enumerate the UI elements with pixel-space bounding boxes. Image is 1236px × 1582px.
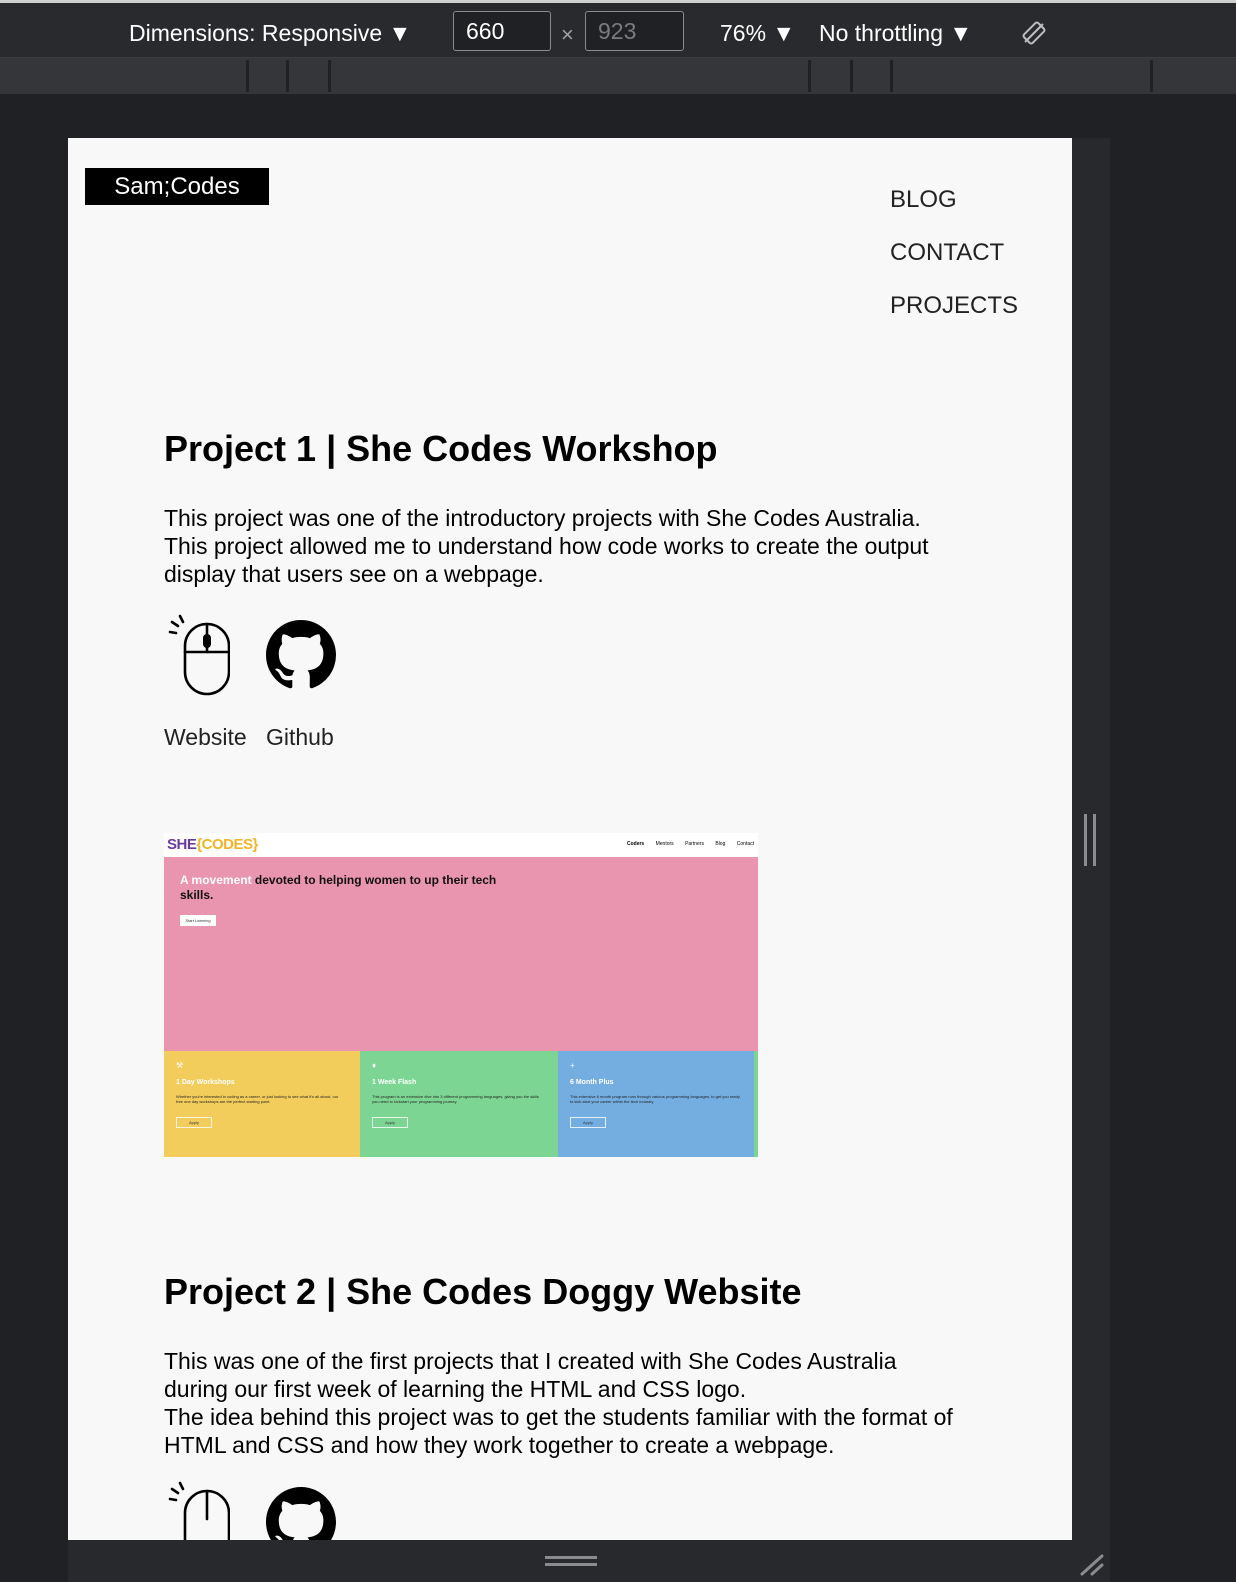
screenshot-hero: A movement devoted to helping women to u… [164, 857, 758, 1051]
project-title: Project 2 | She Codes Doggy Website [164, 1271, 802, 1312]
site-nav: BLOG CONTACT PROJECTS [890, 186, 1018, 345]
mouse-click-icon [168, 614, 230, 696]
site-logo[interactable]: Sam;Codes [85, 168, 269, 205]
media-query-segment[interactable] [850, 60, 890, 92]
media-query-segment[interactable] [246, 60, 286, 92]
screenshot-nav-item: Coders [626, 841, 645, 847]
screenshot-nav-item: Contact [736, 841, 754, 847]
card-body: This extensive 6 month program runs thro… [570, 1094, 740, 1104]
card-body: This program is an extensive dive into 3… [372, 1094, 539, 1104]
media-query-segment[interactable] [808, 60, 850, 92]
mouse-click-icon [168, 1481, 230, 1540]
project-links: Website Github [164, 614, 964, 759]
media-query-segment[interactable] [328, 60, 808, 92]
card-title: 6 Month Plus [570, 1079, 614, 1086]
screenshot-card-flash: ♦ 1 Week Flash This program is an extens… [360, 1051, 558, 1157]
media-query-segment[interactable] [286, 60, 328, 92]
nav-link-contact[interactable]: CONTACT [890, 239, 1018, 267]
dimensions-dropdown[interactable]: Dimensions: Responsive ▼ [129, 19, 411, 47]
screenshot-card-workshops: ⚒ 1 Day Workshops Whether you're interes… [164, 1051, 360, 1157]
card-body: Whether you're interested in coding as a… [176, 1094, 339, 1104]
screenshot-logo: SHE{CODES} [167, 836, 258, 853]
times-separator: × [561, 22, 574, 47]
bottom-resize-handle[interactable] [545, 1556, 597, 1566]
zoom-dropdown[interactable]: 76% ▼ [720, 19, 795, 47]
website-label: Website [164, 724, 247, 750]
card-apply: Apply [372, 1117, 408, 1128]
screenshot-nav-item: Partners [685, 841, 704, 847]
github-icon [266, 620, 336, 689]
project-links [164, 1481, 964, 1540]
github-icon [266, 1487, 336, 1540]
project-description: This project was one of the introductory… [164, 505, 929, 587]
github-label: Github [266, 724, 334, 750]
screenshot-nav-item: Blog [715, 841, 726, 847]
right-resize-handle[interactable] [1084, 814, 1096, 866]
card-apply: Apply [570, 1117, 606, 1128]
device-toolbar: Dimensions: Responsive ▼ 660 × 923 76% ▼… [0, 0, 1236, 58]
media-query-segment[interactable] [1150, 60, 1236, 92]
media-query-bar[interactable] [0, 58, 1236, 94]
project-description: This was one of the first projects that … [164, 1348, 953, 1458]
nav-link-blog[interactable]: BLOG [890, 186, 1018, 214]
project-1: Project 1 | She Codes Workshop This proj… [164, 428, 964, 759]
width-input[interactable]: 660 [453, 11, 551, 51]
project-1-screenshot: SHE{CODES} Coders Mentors Partners Blog … [164, 833, 758, 1157]
card-apply: Apply [176, 1117, 212, 1128]
screenshot-nav: Coders Mentors Partners Blog Contact [617, 841, 754, 847]
screenshot-card-edge [754, 1051, 758, 1157]
hammer-icon: ⚒ [176, 1061, 184, 1070]
screenshot-hero-text: A movement devoted to helping women to u… [180, 873, 497, 902]
rotate-icon[interactable] [1020, 19, 1048, 47]
throttling-dropdown[interactable]: No throttling ▼ [819, 19, 972, 47]
emulated-viewport: Sam;Codes BLOG CONTACT PROJECTS Project … [68, 138, 1072, 1540]
plus-icon: + [570, 1061, 575, 1070]
project-2: Project 2 | She Codes Doggy Website This… [164, 1271, 964, 1540]
screenshot-start-button: Start Learning [180, 915, 216, 926]
height-input[interactable]: 923 [585, 11, 684, 51]
media-query-segment[interactable] [890, 60, 1150, 92]
card-title: 1 Week Flash [372, 1079, 417, 1086]
card-title: 1 Day Workshops [176, 1079, 235, 1086]
corner-resize-icon[interactable] [1078, 1552, 1106, 1576]
diamond-icon: ♦ [372, 1061, 377, 1070]
screenshot-nav-item: Mentors [655, 841, 674, 847]
nav-link-projects[interactable]: PROJECTS [890, 292, 1018, 320]
screenshot-card-plus: + 6 Month Plus This extensive 6 month pr… [558, 1051, 754, 1157]
screenshot-header: SHE{CODES} Coders Mentors Partners Blog … [164, 833, 758, 857]
project-title: Project 1 | She Codes Workshop [164, 428, 718, 469]
devtools-device-mode: Dimensions: Responsive ▼ 660 × 923 76% ▼… [0, 0, 1236, 1582]
